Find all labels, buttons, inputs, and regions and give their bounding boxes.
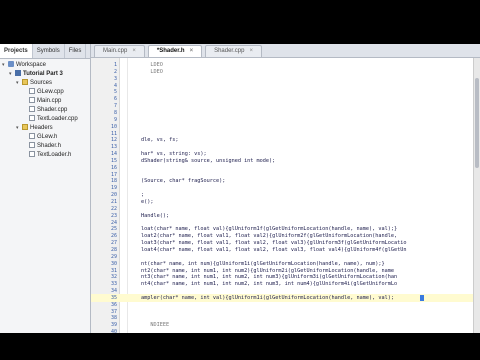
tree-item[interactable]: TextLoader.cpp bbox=[0, 115, 90, 124]
tree-item[interactable]: GLew.h bbox=[0, 133, 90, 142]
code-editor: Main.cpp × *Shader.h × Shader.cpp × 1 LDEO 2 L… bbox=[91, 44, 480, 333]
tree-item[interactable]: ▾ Tutorial Part 3 bbox=[0, 70, 90, 79]
file-icon bbox=[29, 88, 35, 95]
editor-tab-label: Shader.cpp bbox=[214, 48, 245, 54]
ide-window: Projects Symbols Files ▾ Workspace ▾ Tutori… bbox=[0, 44, 480, 333]
close-icon[interactable]: × bbox=[249, 48, 253, 54]
file-icon bbox=[29, 115, 35, 122]
tree-item-label: Tutorial Part 3 bbox=[23, 71, 63, 77]
folder-icon bbox=[22, 79, 28, 86]
project-tree: ▾ Workspace ▾ Tutorial Part 3 ▾ Sources GLew.c… bbox=[0, 59, 90, 160]
file-icon bbox=[29, 97, 35, 104]
tree-item-label: Headers bbox=[30, 125, 53, 131]
tree-item-label: Main.cpp bbox=[37, 98, 62, 104]
tree-item[interactable]: Shader.h bbox=[0, 142, 90, 151]
editor-tab[interactable]: *Shader.h × bbox=[147, 45, 203, 57]
tab-projects[interactable]: Projects bbox=[0, 44, 33, 58]
close-icon[interactable]: × bbox=[132, 48, 136, 54]
tree-item[interactable]: TextLoader.h bbox=[0, 151, 90, 160]
editor-tab[interactable]: Main.cpp × bbox=[94, 45, 145, 57]
file-icon bbox=[29, 106, 35, 113]
editor-tab[interactable]: Shader.cpp × bbox=[205, 45, 262, 57]
tree-item-label: GLew.cpp bbox=[37, 89, 64, 95]
tree-item[interactable]: ▾ Sources bbox=[0, 79, 90, 88]
code-area[interactable]: 1 LDEO 2 LDEO 3 4 5 6 7 8 9 10 11 12 dle, vs, fs; 13 1… bbox=[91, 58, 480, 333]
tree-item-label: Sources bbox=[30, 80, 53, 86]
tree-item-label: TextLoader.h bbox=[37, 152, 72, 158]
tree-item-label: Workspace bbox=[16, 62, 46, 68]
tree-item-label: GLew.h bbox=[37, 134, 58, 140]
file-icon bbox=[29, 142, 35, 149]
tree-item[interactable]: GLew.cpp bbox=[0, 88, 90, 97]
editor-tabbar: Main.cpp × *Shader.h × Shader.cpp × bbox=[91, 44, 480, 58]
close-icon[interactable]: × bbox=[190, 48, 194, 54]
tab-files[interactable]: Files bbox=[65, 44, 87, 58]
folder-icon bbox=[22, 124, 28, 131]
tree-item-label: TextLoader.cpp bbox=[37, 116, 78, 122]
management-panel: Projects Symbols Files ▾ Workspace ▾ Tutori… bbox=[0, 44, 91, 333]
panel-tabbar: Projects Symbols Files bbox=[0, 44, 90, 59]
tree-item[interactable]: ▾ Workspace bbox=[0, 61, 90, 70]
tree-item[interactable]: Shader.cpp bbox=[0, 106, 90, 115]
workspace-icon bbox=[8, 61, 14, 68]
vertical-scrollbar[interactable] bbox=[473, 58, 480, 333]
letterbox-top bbox=[0, 0, 480, 44]
project-icon bbox=[15, 70, 21, 77]
editor-tab-label: Main.cpp bbox=[103, 48, 128, 54]
editor-tab-label: *Shader.h bbox=[156, 48, 185, 54]
tree-item-label: Shader.h bbox=[37, 143, 62, 149]
scrollbar-thumb[interactable] bbox=[475, 78, 479, 168]
letterbox-bottom bbox=[0, 333, 480, 360]
file-icon bbox=[29, 133, 35, 140]
tree-item-label: Shader.cpp bbox=[37, 107, 68, 113]
tree-item[interactable]: ▾ Headers bbox=[0, 124, 90, 133]
file-icon bbox=[29, 151, 35, 158]
tree-item[interactable]: Main.cpp bbox=[0, 97, 90, 106]
tab-symbols[interactable]: Symbols bbox=[33, 44, 65, 58]
